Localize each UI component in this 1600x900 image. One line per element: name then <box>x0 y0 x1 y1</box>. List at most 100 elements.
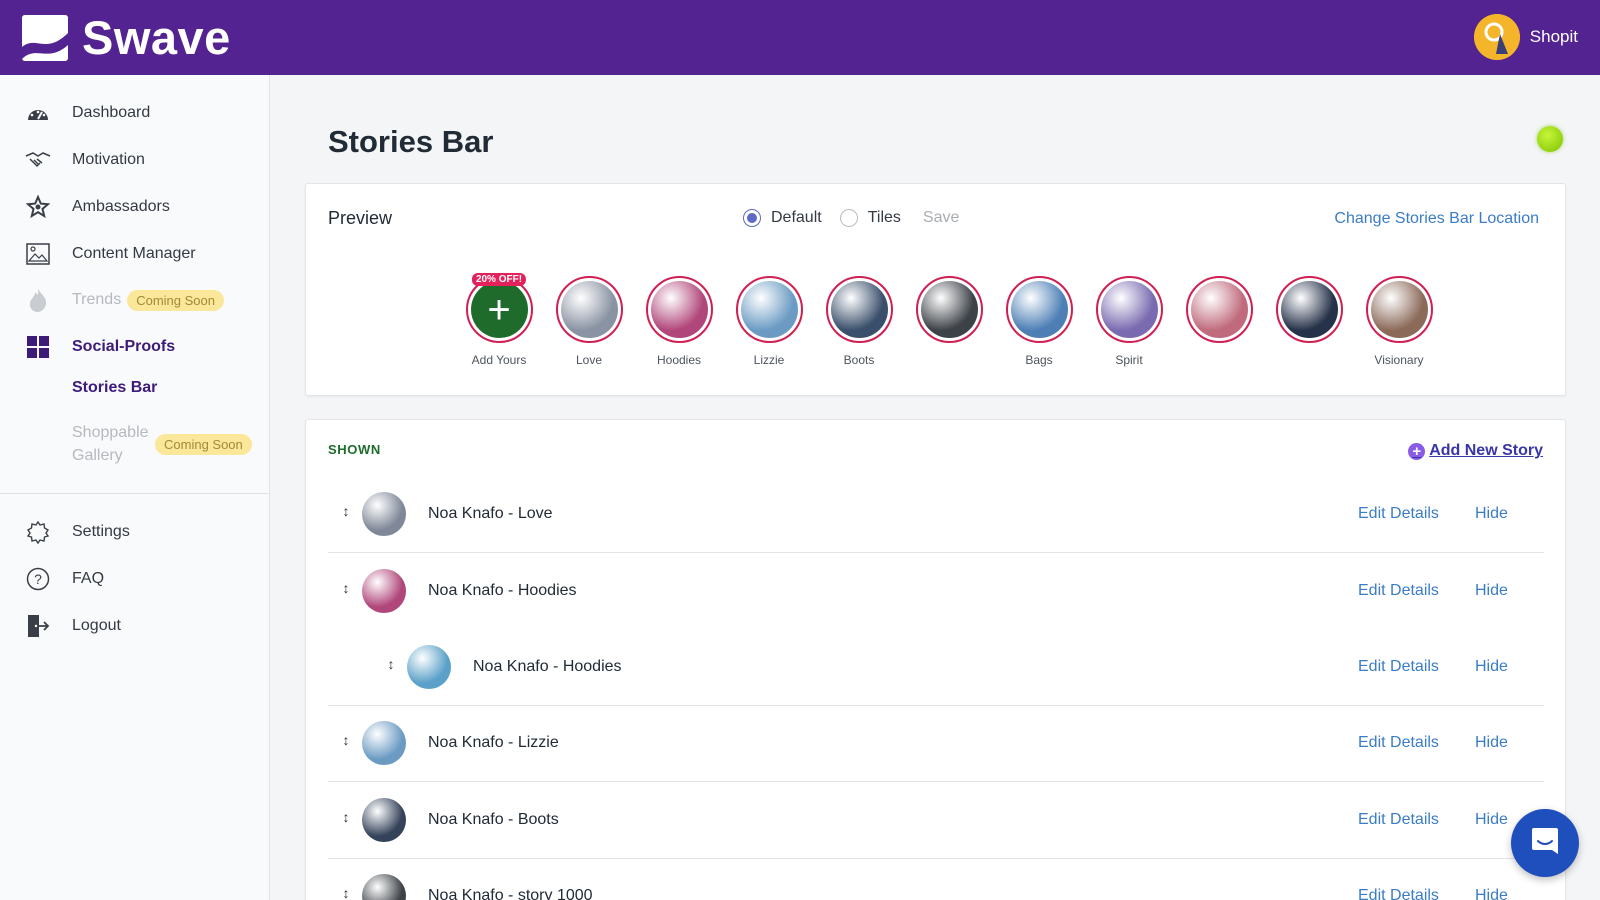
plus-icon: + <box>470 281 528 338</box>
sidebar-item-motivation[interactable]: Motivation <box>0 140 269 180</box>
hide-link[interactable]: Hide <box>1475 658 1508 676</box>
story-ring <box>1185 276 1253 343</box>
shown-stories-card: SHOWN + Add New Story ↕ Noa Knafo - Love… <box>305 419 1566 900</box>
save-button[interactable]: Save <box>923 209 959 227</box>
story-thumbnail <box>920 281 978 338</box>
page-title: Stories Bar <box>328 124 494 159</box>
drag-handle-icon[interactable]: ↕ <box>340 503 352 519</box>
hide-link[interactable]: Hide <box>1475 734 1508 752</box>
sidebar-item-ambassadors[interactable]: Ambassadors <box>0 187 269 227</box>
view-mode-toggle: Default Tiles Save <box>743 209 959 227</box>
edit-details-link[interactable]: Edit Details <box>1358 505 1439 523</box>
sidebar-item-social-proofs[interactable]: Social-Proofs <box>0 327 269 367</box>
dashboard-icon <box>25 100 51 126</box>
sidebar-item-dashboard[interactable]: Dashboard <box>0 93 269 133</box>
story-thumbnail <box>650 281 708 338</box>
store-name: Shopit <box>1529 27 1578 46</box>
coming-soon-badge: Coming Soon <box>155 434 252 455</box>
top-bar: Swave Shopit <box>0 0 1600 75</box>
add-new-story-button[interactable]: + Add New Story <box>1408 442 1543 460</box>
story-thumbnail <box>740 281 798 338</box>
change-location-link[interactable]: Change Stories Bar Location <box>1334 210 1539 228</box>
preview-card: Preview Default Tiles Save Change Storie… <box>305 183 1566 396</box>
edit-details-link[interactable]: Edit Details <box>1358 811 1439 829</box>
story-bubble[interactable]: Love <box>544 276 634 367</box>
story-bubble[interactable]: Visionary <box>1354 276 1444 367</box>
drag-handle-icon[interactable]: ↕ <box>340 732 352 748</box>
sidebar-subitem-stories-bar[interactable]: Stories Bar <box>72 379 157 397</box>
user-menu[interactable]: Shopit <box>1473 14 1578 60</box>
sidebar-item-label: Dashboard <box>72 104 151 121</box>
story-bubble[interactable]: Lizzie <box>724 276 814 367</box>
story-label: Lizzie <box>753 353 785 367</box>
sidebar-subitem-shoppable-gallery: Shoppable Gallery <box>72 424 149 464</box>
story-title: Noa Knafo - Lizzie <box>428 734 559 751</box>
flame-icon <box>25 287 51 313</box>
story-add-yours[interactable]: 20% OFF! + Add Yours <box>454 273 544 367</box>
story-label: Spirit <box>1115 353 1143 367</box>
edit-details-link[interactable]: Edit Details <box>1358 582 1439 600</box>
question-icon: ? <box>25 566 51 592</box>
story-title: Noa Knafo - Love <box>428 505 553 522</box>
sidebar-item-trends: Trends Coming Soon <box>0 280 269 320</box>
edit-details-link[interactable]: Edit Details <box>1358 734 1439 752</box>
handshake-icon <box>25 147 51 173</box>
story-label: Hoodies <box>656 353 702 367</box>
story-row: ↕ Noa Knafo - Boots Edit Details Hide <box>328 783 1544 859</box>
chat-launcher-button[interactable] <box>1511 809 1579 877</box>
story-bubble[interactable]: Spirit <box>1084 276 1174 367</box>
hide-link[interactable]: Hide <box>1475 582 1508 600</box>
plus-circle-icon: + <box>1408 442 1426 460</box>
sidebar-divider <box>0 493 269 494</box>
drag-handle-icon[interactable]: ↕ <box>340 580 352 596</box>
radio-default-label[interactable]: Default <box>771 209 822 227</box>
sidebar-item-label: Social-Proofs <box>72 338 176 355</box>
drag-handle-icon[interactable]: ↕ <box>385 656 397 672</box>
story-ring <box>1095 276 1163 343</box>
story-title: Noa Knafo - story 1000 <box>428 887 593 900</box>
story-row: ↕ Noa Knafo - Hoodies Edit Details Hide <box>328 554 1544 630</box>
hide-link[interactable]: Hide <box>1475 887 1508 900</box>
hide-link[interactable]: Hide <box>1475 505 1508 523</box>
stories-preview-row: 20% OFF! + Add Yours Love Hoodies Lizzie… <box>454 273 1444 367</box>
radio-default[interactable] <box>743 209 761 227</box>
radio-tiles[interactable] <box>839 209 858 227</box>
story-bubble[interactable] <box>1264 276 1354 367</box>
story-bubble[interactable] <box>904 276 994 367</box>
story-bubble[interactable]: Hoodies <box>634 276 724 367</box>
sidebar-item-settings[interactable]: Settings <box>0 512 269 552</box>
drag-handle-icon[interactable]: ↕ <box>340 885 352 900</box>
story-label: Visionary <box>1374 353 1424 367</box>
story-thumbnail <box>1190 281 1248 338</box>
sidebar-item-label: Motivation <box>72 151 145 168</box>
preview-title: Preview <box>328 208 393 228</box>
sidebar-item-label: Trends Coming Soon <box>72 289 224 311</box>
story-thumbnail <box>362 492 406 536</box>
story-ring <box>555 276 623 343</box>
story-ring <box>1275 276 1343 343</box>
story-thumbnail <box>407 645 451 689</box>
radio-tiles-label[interactable]: Tiles <box>868 209 901 227</box>
promo-badge: 20% OFF! <box>471 273 527 286</box>
story-thumbnail <box>830 281 888 338</box>
sidebar-item-faq[interactable]: ? FAQ <box>0 559 269 599</box>
story-label: Bags <box>1025 353 1053 367</box>
story-bubble[interactable]: Boots <box>814 276 904 367</box>
story-bubble[interactable] <box>1174 276 1264 367</box>
story-ring <box>915 276 983 343</box>
hide-link[interactable]: Hide <box>1475 811 1508 829</box>
story-ring <box>1365 276 1433 343</box>
sidebar-item-logout[interactable]: Logout <box>0 606 269 646</box>
chat-icon <box>1529 825 1561 862</box>
app-logo[interactable]: Swave <box>22 10 231 65</box>
story-thumbnail <box>362 874 406 900</box>
drag-handle-icon[interactable]: ↕ <box>340 809 352 825</box>
sidebar: Dashboard Motivation Ambassadors Content… <box>0 75 270 900</box>
story-bubble[interactable]: Bags <box>994 276 1084 367</box>
story-ring <box>1005 276 1073 343</box>
story-row: ↕ Noa Knafo - Love Edit Details Hide <box>328 477 1544 553</box>
edit-details-link[interactable]: Edit Details <box>1358 887 1439 900</box>
trends-label: Trends <box>72 291 122 308</box>
sidebar-item-content-manager[interactable]: Content Manager <box>0 234 269 274</box>
edit-details-link[interactable]: Edit Details <box>1358 658 1439 676</box>
